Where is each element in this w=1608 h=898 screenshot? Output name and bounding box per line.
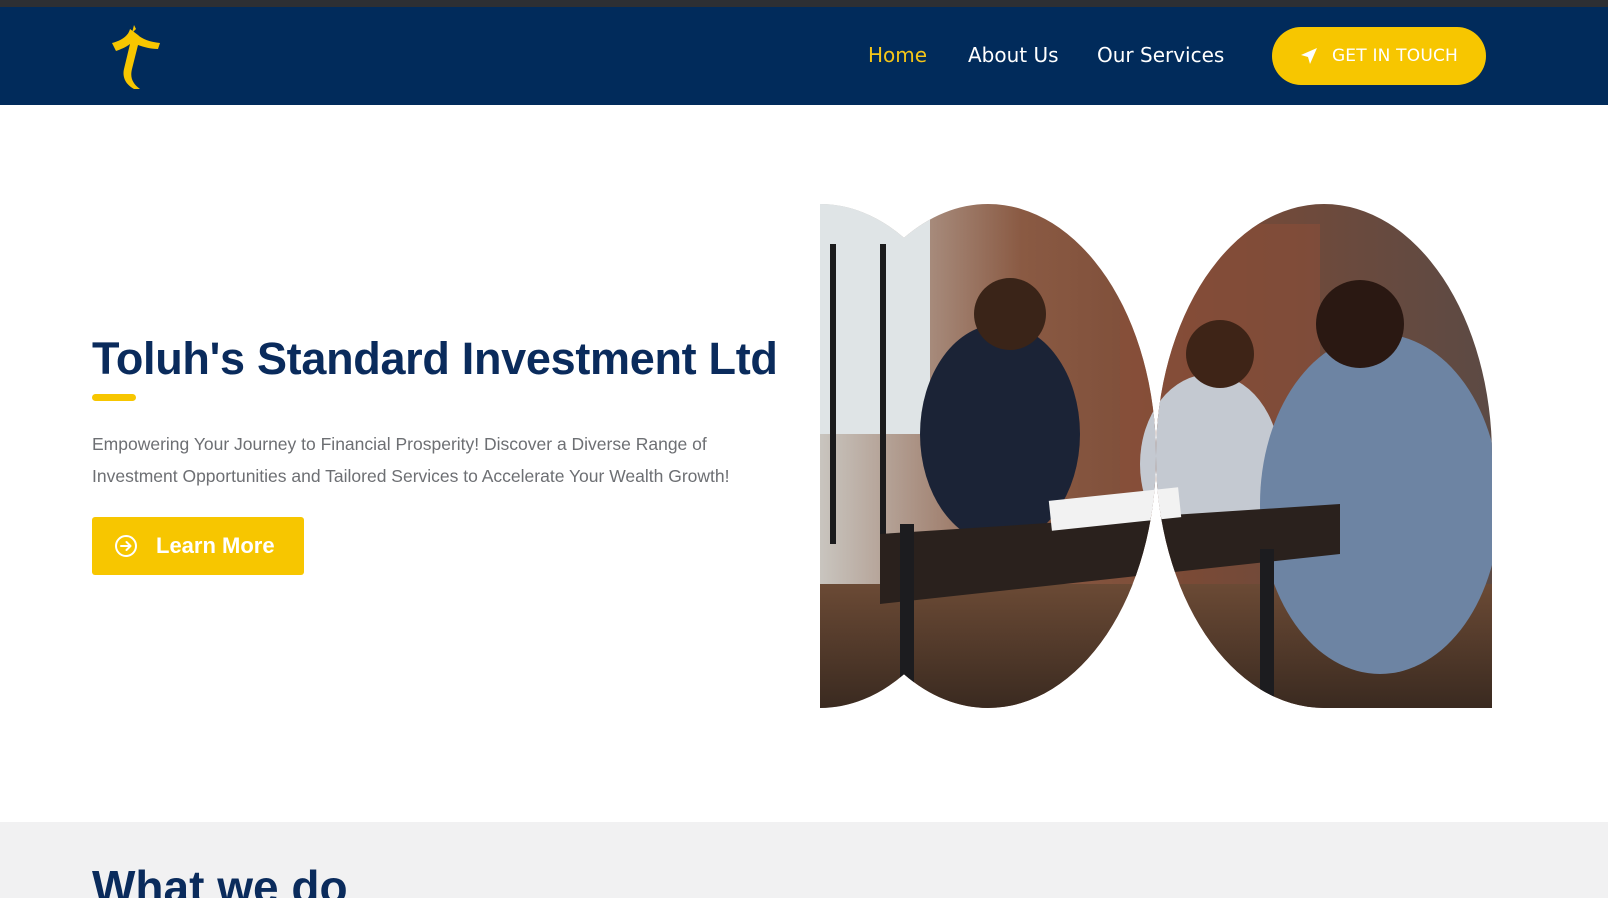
section-title: What we do	[92, 861, 348, 898]
nav-home[interactable]: Home	[868, 43, 927, 67]
get-in-touch-button[interactable]: GET IN TOUCH	[1272, 27, 1486, 85]
learn-more-button[interactable]: Learn More	[92, 517, 304, 575]
hero-description: Empowering Your Journey to Financial Pro…	[92, 434, 730, 486]
paper-plane-icon	[1300, 48, 1317, 64]
what-we-do-section: What we do	[0, 822, 1608, 898]
business-meeting-photo	[820, 204, 1492, 708]
navbar: Home About Us Our Services GET IN TOUCH	[0, 7, 1608, 105]
nav-about-us[interactable]: About Us	[968, 43, 1059, 67]
title-underline	[92, 394, 136, 401]
nav-our-services[interactable]: Our Services	[1097, 43, 1224, 67]
get-in-touch-label: GET IN TOUCH	[1331, 46, 1459, 66]
logo-mark-icon[interactable]	[110, 25, 160, 91]
browser-top-strip	[0, 0, 1608, 7]
learn-more-label: Learn More	[156, 533, 275, 558]
hero-title: Toluh's Standard Investment Ltd	[92, 333, 778, 384]
arrow-circle-right-icon	[115, 535, 137, 557]
